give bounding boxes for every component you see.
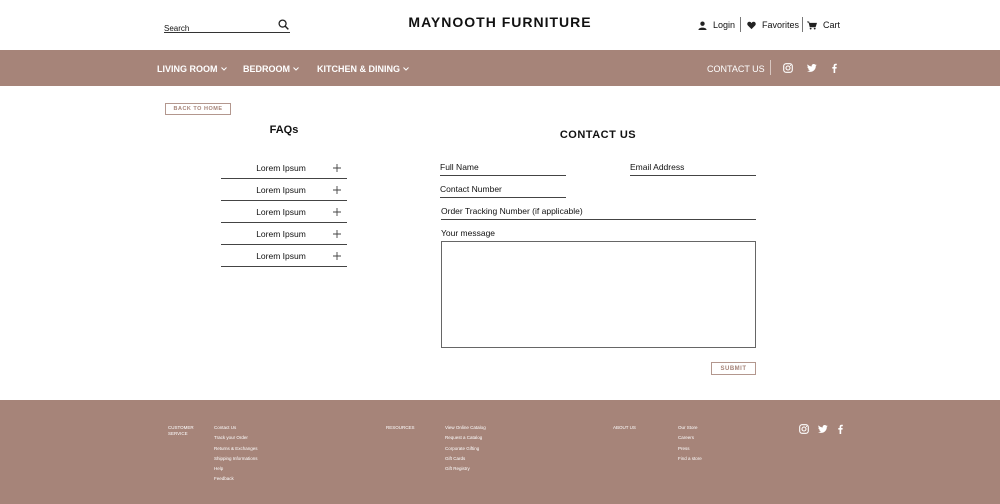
contact-number-label: Contact Number: [440, 184, 502, 194]
chevron-down-icon: [220, 67, 227, 71]
plus-icon[interactable]: [333, 252, 341, 260]
instagram-icon[interactable]: [799, 424, 809, 434]
footer-links-customer-service: Contact Us Track your Order Returns & Ex…: [214, 425, 258, 487]
footer-heading-resources: RESOURCES: [386, 425, 415, 430]
faq-title: FAQs: [269, 124, 299, 136]
heart-icon: [747, 21, 756, 29]
plus-icon[interactable]: [333, 164, 341, 172]
contact-title: CONTACT US: [559, 129, 637, 141]
login-link[interactable]: Login: [698, 18, 735, 32]
faq-item-label: Lorem Ipsum: [256, 185, 306, 195]
full-name-field[interactable]: Full Name: [440, 162, 566, 176]
cart-label: Cart: [823, 20, 841, 30]
footer-link[interactable]: Returns & Exchanges: [214, 446, 258, 456]
footer-link[interactable]: Feedback: [214, 476, 258, 486]
faq-item[interactable]: Lorem Ipsum: [221, 223, 347, 245]
facebook-icon[interactable]: [829, 63, 839, 73]
footer-link[interactable]: Careers: [678, 435, 702, 445]
login-label: Login: [713, 20, 736, 30]
nav-kitchen-dining[interactable]: KITCHEN & DINING: [317, 64, 409, 74]
footer-link[interactable]: Request a Catalog: [445, 435, 486, 445]
footer-link[interactable]: Help: [214, 466, 258, 476]
faq-item-label: Lorem Ipsum: [256, 207, 306, 217]
user-icon: [698, 21, 707, 30]
nav-contact-us[interactable]: CONTACT US: [707, 64, 765, 74]
footer-link[interactable]: Press: [678, 446, 702, 456]
nav-living-room[interactable]: LIVING ROOM: [157, 64, 227, 74]
favorites-link[interactable]: Favorites: [747, 18, 799, 32]
plus-icon[interactable]: [333, 230, 341, 238]
footer-heading-customer-service: CUSTOMER SERVICE: [168, 425, 194, 436]
order-tracking-label: Order Tracking Number (if applicable): [441, 206, 583, 216]
brand-logo[interactable]: MAYNOOTH FURNITURE: [0, 14, 1000, 30]
chevron-down-icon: [293, 67, 299, 71]
nav-item-label: LIVING ROOM: [157, 64, 218, 74]
footer-link[interactable]: Contact Us: [214, 425, 258, 435]
faq-item-label: Lorem Ipsum: [256, 163, 306, 173]
footer-link[interactable]: Corporate Gifting: [445, 446, 486, 456]
nav-item-label: KITCHEN & DINING: [317, 64, 400, 74]
order-tracking-field[interactable]: Order Tracking Number (if applicable): [441, 206, 756, 220]
faq-item[interactable]: Lorem Ipsum: [221, 201, 347, 223]
back-to-home-button[interactable]: BACK TO HOME: [165, 103, 231, 115]
email-field[interactable]: Email Address: [630, 162, 756, 176]
faq-item[interactable]: Lorem Ipsum: [221, 179, 347, 201]
cart-link[interactable]: Cart: [807, 18, 840, 32]
divider: [770, 60, 771, 75]
footer-link[interactable]: Find a store: [678, 456, 702, 466]
footer-link[interactable]: Gift Registry: [445, 466, 486, 476]
instagram-icon[interactable]: [783, 63, 793, 73]
message-textarea[interactable]: [441, 241, 756, 348]
chevron-down-icon: [403, 67, 409, 71]
faq-item-label: Lorem Ipsum: [256, 251, 306, 261]
full-name-label: Full Name: [440, 162, 479, 172]
footer-link[interactable]: Shipping Informations: [214, 456, 258, 466]
divider: [802, 17, 803, 32]
contact-number-field[interactable]: Contact Number: [440, 184, 566, 198]
faq-list: Lorem Ipsum Lorem Ipsum Lorem Ipsum Lore…: [221, 157, 347, 267]
plus-icon[interactable]: [333, 186, 341, 194]
favorites-label: Favorites: [762, 20, 800, 30]
plus-icon[interactable]: [333, 208, 341, 216]
submit-button[interactable]: SUBMIT: [711, 362, 756, 375]
message-label: Your message: [441, 228, 496, 238]
facebook-icon[interactable]: [835, 424, 845, 434]
footer-heading-about: ABOUT US: [613, 425, 636, 430]
site-header: MAYNOOTH FURNITURE Login Favorites Cart: [0, 0, 1000, 50]
cart-icon: [807, 21, 817, 30]
nav-bedroom[interactable]: BEDROOM: [243, 64, 299, 74]
footer-links-about: Our Store Careers Press Find a store: [678, 425, 702, 466]
footer-link[interactable]: Our Store: [678, 425, 702, 435]
faq-item-label: Lorem Ipsum: [256, 229, 306, 239]
site-footer: CUSTOMER SERVICE Contact Us Track your O…: [0, 400, 1000, 504]
nav-item-label: BEDROOM: [243, 64, 290, 74]
footer-links-resources: View Online Catalog Request a Catalog Co…: [445, 425, 486, 476]
faq-item[interactable]: Lorem Ipsum: [221, 157, 347, 179]
divider: [740, 17, 741, 32]
footer-link[interactable]: Gift Cards: [445, 456, 486, 466]
footer-link[interactable]: Track your Order: [214, 435, 258, 445]
footer-link[interactable]: View Online Catalog: [445, 425, 486, 435]
faq-item[interactable]: Lorem Ipsum: [221, 245, 347, 267]
twitter-icon[interactable]: [807, 63, 817, 73]
main-nav: LIVING ROOM BEDROOM KITCHEN & DINING CON…: [0, 50, 1000, 86]
email-label: Email Address: [630, 162, 685, 172]
twitter-icon[interactable]: [818, 424, 828, 434]
